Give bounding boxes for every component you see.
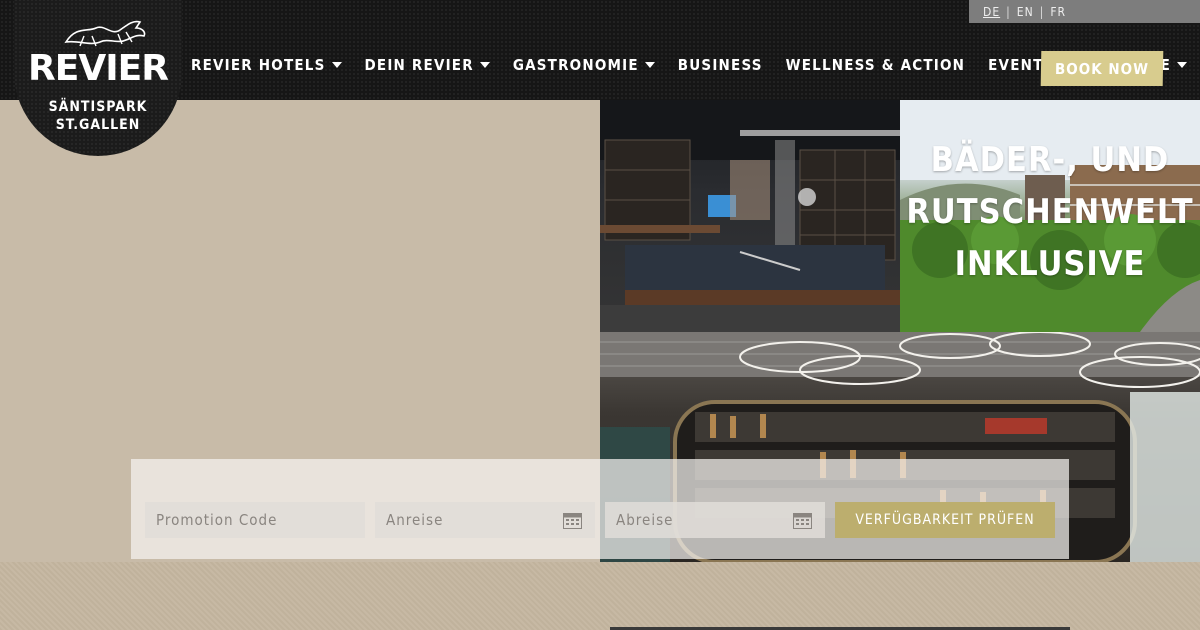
lang-separator: | (1039, 4, 1045, 19)
calendar-icon[interactable] (793, 511, 812, 529)
arrival-placeholder: Anreise (386, 511, 444, 529)
nav-label: REVIER HOTELS (191, 56, 326, 74)
nav-item-gastronomie[interactable]: GASTRONOMIE (513, 56, 655, 74)
book-now-button[interactable]: BOOK NOW (1040, 51, 1164, 86)
chevron-down-icon (331, 62, 342, 68)
lang-separator: | (1006, 4, 1011, 19)
promo-line-1: BÄDER-, UND (930, 140, 1170, 180)
chevron-down-icon (1177, 62, 1188, 68)
language-switcher: DE | EN | FR (969, 0, 1200, 23)
check-availability-button[interactable]: VERFÜGBARKEIT PRÜFEN (835, 502, 1055, 538)
nav-item-business[interactable]: BUSINESS (678, 56, 763, 74)
promo-headline: BÄDER-, UND RUTSCHENWELT INKLUSIVE (900, 134, 1200, 290)
lang-de[interactable]: DE (983, 5, 1000, 19)
promotion-code-placeholder: Promotion Code (156, 511, 278, 529)
billiard-room-image (600, 100, 900, 332)
nav-item-wellness-action[interactable]: WELLNESS & ACTION (786, 56, 965, 74)
horse-icon (64, 20, 146, 47)
lang-fr[interactable]: FR (1050, 5, 1066, 19)
logo[interactable]: REVIER SÄNTISPARK ST.GALLEN (14, 0, 182, 156)
nav-item-revier-hotels[interactable]: REVIER HOTELS (191, 56, 342, 74)
booking-form: Promotion Code Anreise Abreise VERFÜGBAR… (131, 459, 1069, 559)
departure-date-input[interactable]: Abreise (605, 502, 825, 538)
nav-label: WELLNESS & ACTION (785, 56, 966, 74)
chevron-down-icon (644, 62, 655, 68)
arrival-date-input[interactable]: Anreise (375, 502, 595, 538)
promotion-code-input[interactable]: Promotion Code (145, 502, 365, 538)
logo-subtitle-2: ST.GALLEN (55, 117, 141, 133)
promo-line-3: INKLUSIVE (954, 244, 1146, 284)
calendar-icon[interactable] (563, 511, 582, 529)
promo-line-2: RUTSCHENWELT (906, 192, 1194, 232)
departure-placeholder: Abreise (616, 511, 674, 529)
chevron-down-icon (479, 62, 490, 68)
lang-en[interactable]: EN (1017, 5, 1034, 19)
page-texture (0, 562, 1200, 630)
logo-wordmark: REVIER (28, 48, 169, 89)
logo-subtitle-1: SÄNTISPARK (48, 99, 148, 115)
nav-item-dein-revier[interactable]: DEIN REVIER (365, 56, 490, 74)
nav-label: BUSINESS (677, 56, 763, 74)
nav-label: DEIN REVIER (364, 56, 474, 74)
nav-label: GASTRONOMIE (512, 56, 639, 74)
